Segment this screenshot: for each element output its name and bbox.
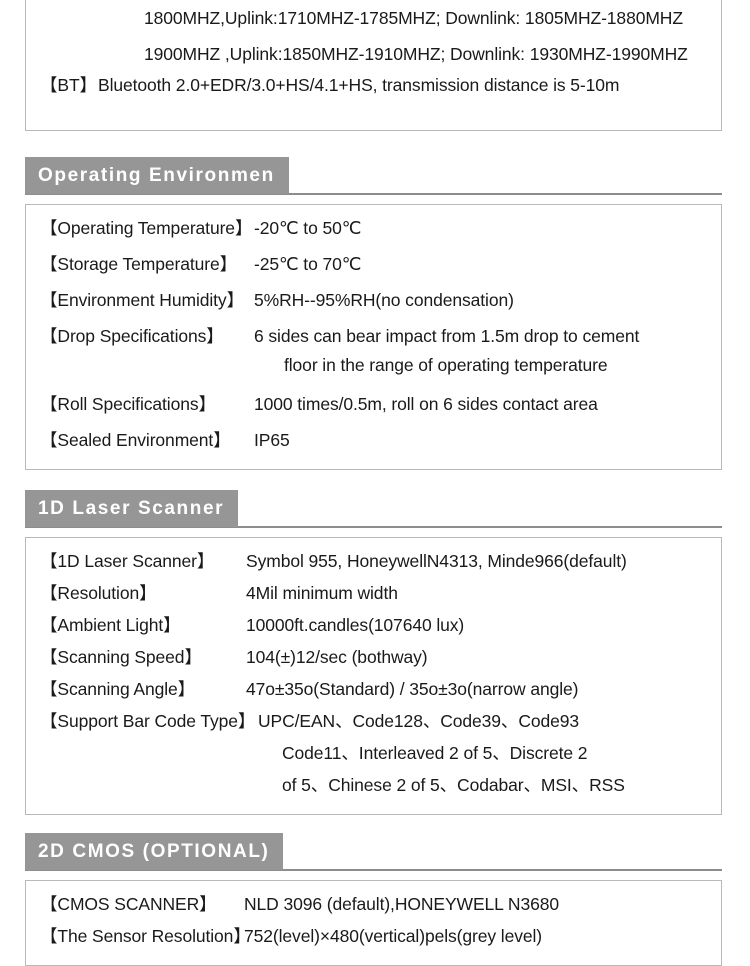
section-title-1d-laser-scanner: 1D Laser Scanner: [25, 490, 239, 527]
spec-sheet-page: 1800MHZ,Uplink:1710MHZ-1785MHZ; Downlink…: [0, 0, 750, 966]
table-row: 【Sealed Environment】 IP65: [26, 427, 721, 459]
spec-value: 104(±)12/sec (bothway): [246, 647, 428, 667]
spec-value: 4Mil minimum width: [246, 583, 398, 603]
spec-value: 10000ft.candles(107640 lux): [246, 615, 465, 635]
spec-box-1d-laser-scanner: 【1D Laser Scanner】 Symbol 955, Honeywell…: [25, 537, 722, 815]
spec-value-bt: Bluetooth 2.0+EDR/3.0+HS/4.1+HS, transmi…: [98, 75, 620, 95]
spec-label: 【Roll Specifications】: [40, 394, 216, 414]
section-title-operating-environment: Operating Environmen: [25, 157, 289, 194]
spec-value: NLD 3096 (default),HONEYWELL N3680: [244, 894, 559, 914]
spec-label: 【Resolution】: [40, 583, 157, 603]
frequency-line-1800: 1800MHZ,Uplink:1710MHZ-1785MHZ; Downlink…: [144, 8, 683, 28]
table-row-continuation: Code11、Interleaved 2 of 5、Discrete 2: [26, 740, 721, 772]
table-row: 【Ambient Light】 10000ft.candles(107640 l…: [26, 612, 721, 644]
spec-label: 【CMOS SCANNER】: [40, 894, 217, 914]
table-row: 【Scanning Angle】 47o±35o(Standard) / 35o…: [26, 676, 721, 708]
wireless-spec-box-continued: 1800MHZ,Uplink:1710MHZ-1785MHZ; Downlink…: [25, 0, 722, 131]
spec-value: -20℃ to 50℃: [254, 218, 362, 238]
table-row: 【Roll Specifications】 1000 times/0.5m, r…: [26, 391, 721, 427]
table-row: 【Scanning Speed】 104(±)12/sec (bothway): [26, 644, 721, 676]
spec-value: UPC/EAN、Code128、Code39、Code93: [258, 711, 580, 731]
table-row: 【Drop Specifications】 6 sides can bear i…: [26, 323, 721, 355]
spec-label: 【Environment Humidity】: [40, 290, 244, 310]
spec-label: 【Scanning Speed】: [40, 647, 202, 667]
spec-label: 【Scanning Angle】: [40, 679, 196, 699]
table-row: 【Environment Humidity】 5%RH--95%RH(no co…: [26, 287, 721, 323]
spec-label: 【1D Laser Scanner】: [40, 551, 215, 571]
table-row: 【CMOS SCANNER】 NLD 3096 (default),HONEYW…: [26, 891, 721, 923]
spec-label: 【Storage Temperature】: [40, 254, 237, 274]
frequency-line-1900: 1900MHZ ,Uplink:1850MHZ-1910MHZ; Downlin…: [144, 44, 688, 64]
table-row: 【1D Laser Scanner】 Symbol 955, Honeywell…: [26, 548, 721, 580]
spec-value: Symbol 955, HoneywellN4313, Minde966(def…: [246, 551, 627, 571]
spec-label: 【Sealed Environment】: [40, 430, 231, 450]
table-row: 【Resolution】 4Mil minimum width: [26, 580, 721, 612]
spec-label: 【Support Bar Code Type】: [40, 711, 256, 731]
spec-label: 【The Sensor Resolution】: [40, 926, 251, 946]
section-header-operating-environment: Operating Environmen: [25, 157, 722, 195]
spec-value: Code11、Interleaved 2 of 5、Discrete 2: [282, 743, 588, 763]
spec-value: 47o±35o(Standard) / 35o±3o(narrow angle): [246, 679, 579, 699]
spec-box-operating-environment: 【Operating Temperature】 -20℃ to 50℃ 【Sto…: [25, 204, 722, 470]
spec-value: 1000 times/0.5m, roll on 6 sides contact…: [254, 394, 598, 414]
spec-label: 【Drop Specifications】: [40, 326, 224, 346]
table-row-continuation: floor in the range of operating temperat…: [26, 355, 721, 391]
spec-value: 6 sides can bear impact from 1.5m drop t…: [254, 326, 640, 346]
spec-box-2d-cmos: 【CMOS SCANNER】 NLD 3096 (default),HONEYW…: [25, 880, 722, 966]
spec-label: 【Ambient Light】: [40, 615, 181, 635]
table-row-continuation: of 5、Chinese 2 of 5、Codabar、MSI、RSS: [26, 772, 721, 804]
spec-value: 752(level)×480(vertical)pels(grey level): [244, 926, 543, 946]
table-row: 【Operating Temperature】 -20℃ to 50℃: [26, 215, 721, 251]
spec-value: 5%RH--95%RH(no condensation): [254, 290, 514, 310]
table-row-bluetooth: 【BT】 Bluetooth 2.0+EDR/3.0+HS/4.1+HS, tr…: [26, 72, 721, 108]
section-header-1d-laser-scanner: 1D Laser Scanner: [25, 490, 722, 528]
section-header-2d-cmos: 2D CMOS (OPTIONAL): [25, 833, 722, 871]
spec-value: floor in the range of operating temperat…: [284, 355, 608, 375]
spec-value: of 5、Chinese 2 of 5、Codabar、MSI、RSS: [282, 775, 625, 795]
table-row: 【Storage Temperature】 -25℃ to 70℃: [26, 251, 721, 287]
spec-label: 【Operating Temperature】: [40, 218, 253, 238]
spec-value: -25℃ to 70℃: [254, 254, 362, 274]
table-row: 【Support Bar Code Type】 UPC/EAN、Code128、…: [26, 708, 721, 740]
spec-value: IP65: [254, 430, 290, 450]
section-title-2d-cmos: 2D CMOS (OPTIONAL): [25, 833, 284, 870]
spec-label-bt: 【BT】: [40, 75, 97, 95]
table-row: 【The Sensor Resolution】 752(level)×480(v…: [26, 923, 721, 955]
